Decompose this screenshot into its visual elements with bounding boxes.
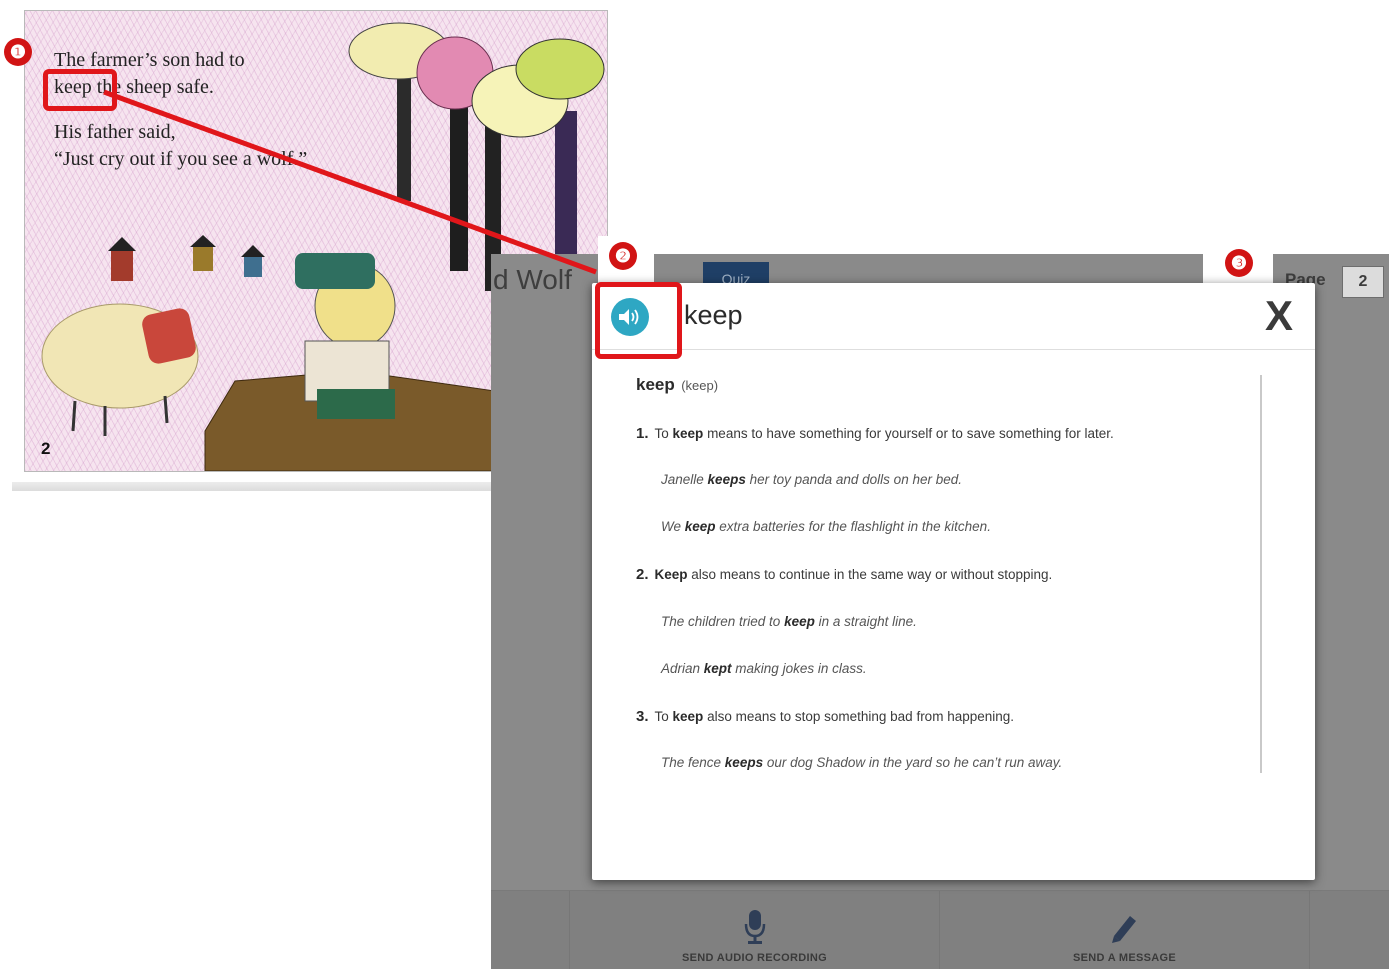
boy-legs [317,389,395,419]
story-line: “Just cry out if you see a wolf.” [54,148,308,170]
example-sentence: Adrian kept making jokes in class. [661,661,867,676]
sense-2: 2. Keep also means to continue in the sam… [636,566,1052,583]
send-audio-label: SEND AUDIO RECORDING [682,952,827,964]
sense-text: To [654,709,673,724]
sheep-leg [71,400,77,432]
sense-keyword: keep [672,709,704,724]
sense-text: To [654,426,673,441]
headword-line: keep (keep) [636,375,718,395]
callout-marker-2: ❷ [609,242,637,270]
sense-keyword: keep [672,426,704,441]
example-keyword: kept [703,661,732,676]
example-text: The children tried to [661,614,785,629]
example-text: We [661,519,685,534]
sense-number: 3. [636,708,649,725]
example-sentence: The fence keeps our dog Shadow in the ya… [661,755,1062,770]
house-roof [241,245,265,257]
example-text: extra batteries for the flashlight in th… [715,519,991,534]
dialog-header: keep X [592,283,1315,350]
microphone-icon [744,910,765,944]
dictionary-dialog: keep X keep (keep) 1. To keep means to ha… [592,283,1315,880]
send-message-button[interactable]: SEND A MESSAGE [940,891,1309,969]
house-roof [190,235,216,247]
boy-hat [295,253,375,289]
house [193,247,213,271]
sense-number: 1. [636,425,649,442]
highlight-word-keep [43,69,117,111]
page-number-input[interactable]: 2 [1342,266,1384,298]
callout-marker-3: ❸ [1225,249,1253,277]
bottom-action-bar: SEND AUDIO RECORDING SEND A MESSAGE [491,890,1389,969]
close-button[interactable]: X [1265,291,1293,341]
pronunciation: (keep) [681,378,719,393]
sense-text: also means to stop something bad from ha… [703,709,1015,724]
house [111,251,133,281]
example-sentence: Janelle keeps her toy panda and dolls on… [661,472,962,487]
example-sentence: The children tried to keep in a straight… [661,614,917,629]
example-text: The fence [661,755,725,770]
example-text: her toy panda and dolls on her bed. [745,472,962,487]
send-audio-recording-button[interactable]: SEND AUDIO RECORDING [570,891,939,969]
example-text: in a straight line. [814,614,917,629]
example-keyword: keeps [707,472,746,487]
house-roof [108,237,136,251]
example-keyword: keep [684,519,716,534]
book-bottom-strip [12,482,492,491]
dialog-scrollbar[interactable] [1260,375,1262,773]
example-text: Adrian [661,661,704,676]
dialog-title-word: keep [684,300,743,330]
book-page-number: 2 [41,439,51,458]
example-text: Janelle [661,472,708,487]
tree-trunk [450,101,468,271]
book-title-fragment: d Wolf [493,264,572,295]
sense-number: 2. [636,566,649,583]
callout-marker-1: ❶ [4,38,32,66]
sense-1: 1. To keep means to have something for yo… [636,425,1114,442]
tree-trunk [397,71,411,201]
sense-3: 3. To keep also means to stop something b… [636,708,1014,725]
example-keyword: keep [784,614,815,629]
tree-crown [515,38,605,100]
example-text: making jokes in class. [731,661,867,676]
example-keyword: keeps [724,755,764,770]
sense-text: means to have something for yourself or … [703,426,1114,441]
highlight-audio-button [595,282,682,359]
headword: keep [636,375,675,394]
example-text: our dog Shadow in the yard so he can’t r… [763,755,1063,770]
send-message-label: SEND A MESSAGE [1072,952,1176,964]
pencil-icon [1111,916,1136,943]
divider [1309,891,1310,969]
sense-text: also means to continue in the same way o… [687,567,1053,582]
story-line: His father said, [54,121,176,143]
sheep-head [142,308,196,364]
house [244,257,262,277]
sheep-leg [163,395,169,424]
sense-keyword: Keep [654,567,688,582]
example-sentence: We keep extra batteries for the flashlig… [661,519,991,534]
